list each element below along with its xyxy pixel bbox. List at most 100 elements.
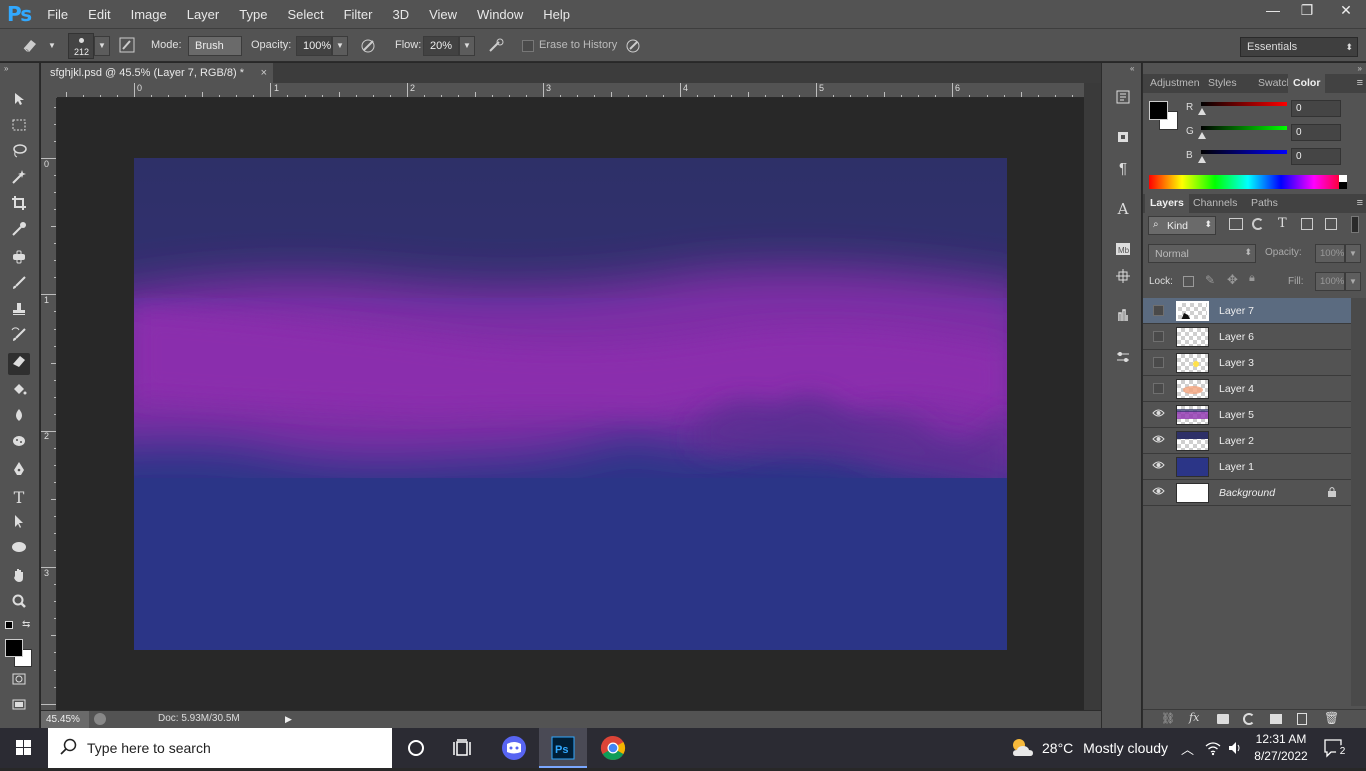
layer-name[interactable]: Layer 4 (1219, 383, 1254, 395)
blend-mode-select[interactable]: Normal ⬍ (1148, 244, 1256, 263)
menu-filter[interactable]: Filter (344, 7, 373, 22)
filter-toggle-icon[interactable] (1351, 216, 1359, 233)
layer-name[interactable]: Layer 3 (1219, 357, 1254, 369)
tool-presets-icon[interactable] (1113, 307, 1133, 327)
menu-edit[interactable]: Edit (88, 7, 110, 22)
red-slider-thumb[interactable] (1198, 108, 1206, 115)
layer-name[interactable]: Layer 6 (1219, 331, 1254, 343)
blue-slider[interactable] (1201, 150, 1287, 154)
menu-type[interactable]: Type (239, 7, 267, 22)
spectrum-black-white-swatch[interactable] (1339, 175, 1347, 189)
filter-type-icon[interactable]: T (1278, 216, 1287, 231)
menu-view[interactable]: View (429, 7, 457, 22)
close-document-icon[interactable]: × (261, 63, 267, 83)
menu-window[interactable]: Window (477, 7, 523, 22)
screen-mode-icon[interactable] (8, 697, 30, 719)
layer-row-layer-7[interactable]: Layer 7 (1143, 298, 1351, 324)
dock-collapse-icon[interactable]: « (1130, 64, 1134, 73)
volume-icon[interactable] (1227, 740, 1243, 759)
eye-icon[interactable] (1151, 408, 1165, 422)
layer-opacity-input[interactable]: 100% (1315, 244, 1345, 263)
vertical-scrollbar[interactable] (1084, 83, 1101, 710)
brush-dropdown[interactable]: ▼ (94, 36, 110, 56)
eye-icon[interactable] (1151, 486, 1165, 500)
lock-transparency-icon[interactable] (1183, 276, 1194, 287)
opacity-input[interactable]: 100% (296, 36, 332, 56)
history-brush-tool-icon[interactable] (8, 327, 30, 349)
layer-visibility-toggle[interactable] (1153, 383, 1164, 394)
path-selection-tool-icon[interactable] (8, 513, 30, 535)
green-value[interactable]: 0 (1291, 124, 1341, 141)
brush-preset-picker[interactable]: 212 (68, 33, 94, 59)
fill-dropdown[interactable]: ▼ (1345, 272, 1361, 291)
paragraph-panel-icon[interactable]: ¶ (1113, 159, 1133, 179)
add-mask-icon[interactable] (1217, 714, 1229, 724)
lock-position-icon[interactable]: ✥ (1227, 272, 1238, 288)
panel-menu-icon[interactable]: ≡ (1357, 74, 1363, 93)
color-spectrum-ramp[interactable] (1149, 175, 1347, 189)
taskbar-discord[interactable] (490, 728, 538, 768)
menu-image[interactable]: Image (131, 7, 167, 22)
lock-all-icon[interactable]: 🔒︎ (1249, 272, 1255, 285)
taskbar-search-box[interactable]: Type here to search (48, 728, 392, 768)
restore-button[interactable]: ❐ (1292, 0, 1322, 20)
crop-tool-icon[interactable] (8, 195, 30, 217)
new-layer-icon[interactable] (1297, 713, 1307, 725)
eraser-tool-icon[interactable] (20, 37, 40, 55)
taskbar-clock[interactable]: 12:31 AM 8/27/2022 (1251, 731, 1311, 765)
layer-name[interactable]: Layer 7 (1219, 305, 1254, 317)
layer-row-layer-1[interactable]: Layer 1 (1143, 454, 1351, 480)
weather-widget[interactable]: 28°C Mostly cloudy (1042, 740, 1168, 756)
foreground-color-swatch[interactable] (5, 639, 23, 657)
zoom-level-field[interactable]: 45.45% (41, 711, 89, 728)
magic-wand-tool-icon[interactable] (8, 169, 30, 191)
layer-opacity-dropdown[interactable]: ▼ (1345, 244, 1361, 263)
swap-colors-icon[interactable]: ⇆ (22, 619, 30, 630)
layer-name[interactable]: Layer 1 (1219, 461, 1254, 473)
blue-value[interactable]: 0 (1291, 148, 1341, 165)
menu-select[interactable]: Select (287, 7, 323, 22)
adjustment-layer-icon[interactable] (1243, 713, 1255, 725)
toolbar-collapse-icon[interactable]: » (4, 64, 8, 73)
tab-color[interactable]: Color (1288, 74, 1326, 93)
layers-panel-menu-icon[interactable]: ≡ (1357, 194, 1363, 213)
airbrush-icon[interactable] (486, 37, 506, 55)
flow-input[interactable]: 20% (423, 36, 459, 56)
blur-tool-icon[interactable] (8, 407, 30, 429)
zoom-tool-icon[interactable] (8, 593, 30, 615)
mini-bridge-icon[interactable]: Mb (1113, 241, 1133, 261)
sponge-tool-icon[interactable] (8, 433, 30, 455)
color-foreground-swatch[interactable] (1149, 101, 1168, 120)
character-panel-icon[interactable]: A (1113, 199, 1133, 219)
lock-image-icon[interactable]: ✎ (1205, 273, 1215, 287)
layer-filter-kind[interactable]: ⌕ Kind ⬍ (1148, 216, 1216, 235)
tab-adjustments[interactable]: Adjustmen (1145, 74, 1205, 93)
measurement-panel-icon[interactable] (1113, 268, 1133, 288)
tab-layers[interactable]: Layers (1145, 194, 1189, 213)
history-panel-icon[interactable] (1113, 89, 1133, 109)
workspace-select[interactable]: Essentials ⬍ (1240, 37, 1358, 57)
menu-3d[interactable]: 3D (392, 7, 409, 22)
new-group-icon[interactable] (1270, 714, 1282, 724)
green-slider-thumb[interactable] (1198, 132, 1206, 139)
brush-tool-icon[interactable] (8, 275, 30, 297)
layer-row-layer-2[interactable]: Layer 2 (1143, 428, 1351, 454)
tool-preset-dropdown[interactable]: ▼ (42, 37, 62, 55)
taskbar-chrome[interactable] (589, 728, 637, 768)
panels-collapse-icon[interactable]: » (1358, 64, 1362, 73)
lasso-tool-icon[interactable] (8, 143, 30, 165)
task-view-button[interactable] (440, 728, 488, 768)
status-arrow-icon[interactable]: ▶ (285, 714, 292, 725)
layer-row-layer-5[interactable]: Layer 5 (1143, 402, 1351, 428)
ellipse-tool-icon[interactable] (8, 539, 30, 561)
properties-panel-icon[interactable] (1113, 129, 1133, 149)
eye-icon[interactable] (1151, 460, 1165, 474)
mode-select[interactable]: Brush (188, 36, 242, 56)
layer-row-layer-6[interactable]: Layer 6 (1143, 324, 1351, 350)
pressure-size-icon[interactable] (623, 37, 643, 55)
filter-adjustment-icon[interactable] (1252, 218, 1264, 230)
trash-icon[interactable]: 🗑︎ (1324, 711, 1339, 725)
red-value[interactable]: 0 (1291, 100, 1341, 117)
link-layers-icon[interactable]: ⛓︎ (1161, 712, 1175, 725)
menu-help[interactable]: Help (543, 7, 570, 22)
